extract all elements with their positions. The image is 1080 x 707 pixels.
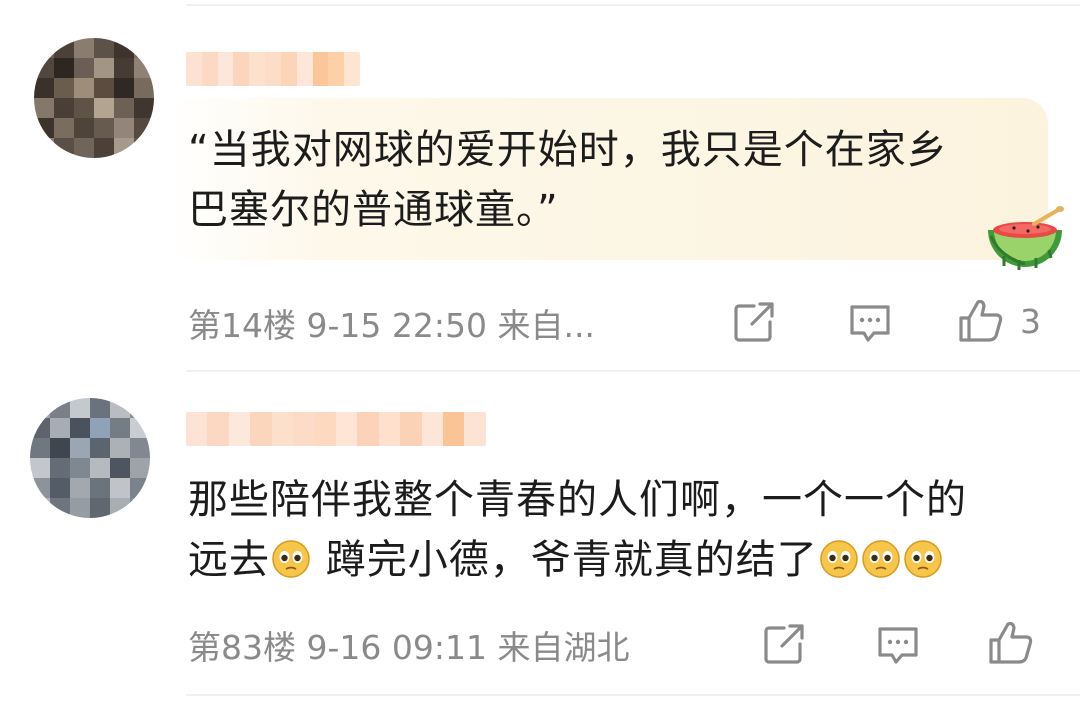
username-blurred[interactable]: [186, 52, 360, 86]
comment-meta: 第83楼 9-16 09:11 来自湖北: [188, 628, 630, 667]
comment-text-line: 那些陪伴我整个青春的人们啊，一个一个的: [188, 477, 967, 523]
comment-text-line: 远去: [188, 537, 270, 583]
comment-text-line: 蹲完小德，爷青就真的结了: [312, 537, 818, 583]
top-divider: [186, 4, 1080, 6]
comment-text-line: “当我对网球的爱开始时，我只是个在家乡: [188, 127, 948, 173]
username-blurred[interactable]: [186, 412, 486, 446]
comment-divider: [186, 370, 1080, 372]
comment-meta: 第14楼 9-15 22:50 来自...: [188, 306, 595, 345]
pleading-face-emoji: [861, 540, 900, 578]
comment-footer: 第83楼 9-16 09:11 来自湖北: [188, 620, 629, 670]
share-icon[interactable]: [760, 620, 808, 668]
thumbs-up-icon[interactable]: [986, 618, 1036, 668]
thumbs-up-icon[interactable]: [956, 296, 1006, 346]
pleading-face-emoji: [819, 540, 858, 578]
comment-text: “当我对网球的爱开始时，我只是个在家乡 巴塞尔的普通球童。”: [188, 120, 948, 240]
like-count: 3: [1020, 302, 1041, 341]
comment-text-line: 巴塞尔的普通球童。”: [188, 187, 559, 233]
comment-icon[interactable]: [846, 298, 894, 346]
bottom-divider: [186, 694, 1080, 696]
watermelon-icon: [988, 206, 1064, 270]
share-icon[interactable]: [730, 298, 778, 346]
avatar[interactable]: [30, 398, 150, 518]
comment-footer: 第14楼 9-15 22:50 来自...: [188, 298, 595, 348]
comment-icon[interactable]: [874, 620, 922, 668]
pleading-face-emoji: [272, 540, 310, 578]
avatar[interactable]: [34, 38, 154, 158]
comment-text: 那些陪伴我整个青春的人们啊，一个一个的 远去 蹲完小德，爷青就真的结了: [188, 470, 967, 590]
pleading-face-emoji: [903, 540, 942, 578]
